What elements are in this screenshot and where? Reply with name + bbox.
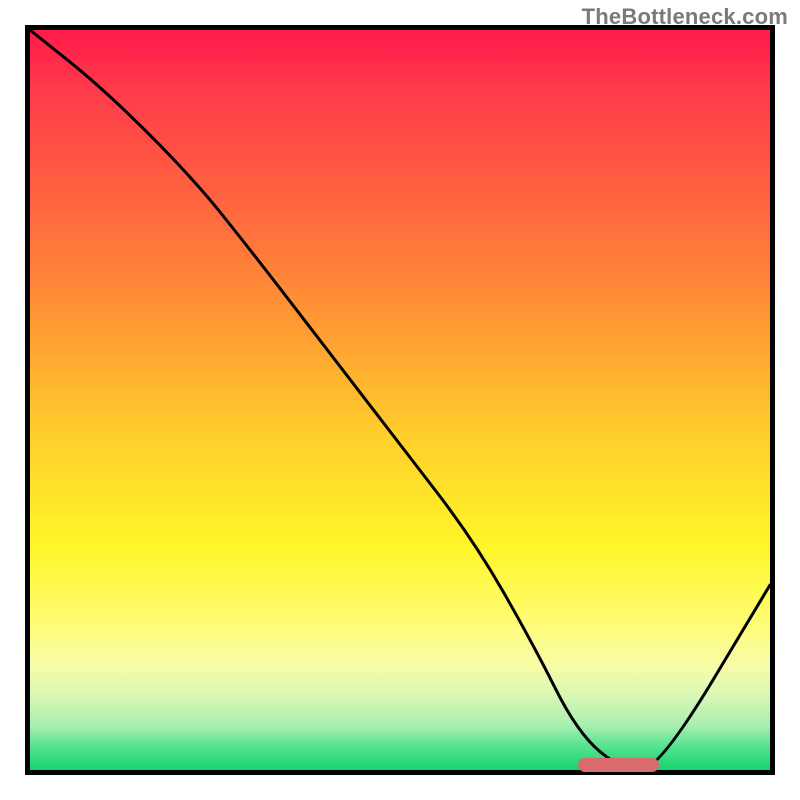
mismatch-curve — [30, 30, 770, 770]
curve-path — [30, 30, 770, 770]
chart-container: TheBottleneck.com — [0, 0, 800, 800]
optimal-range-marker — [578, 758, 659, 772]
plot-area — [25, 25, 775, 775]
